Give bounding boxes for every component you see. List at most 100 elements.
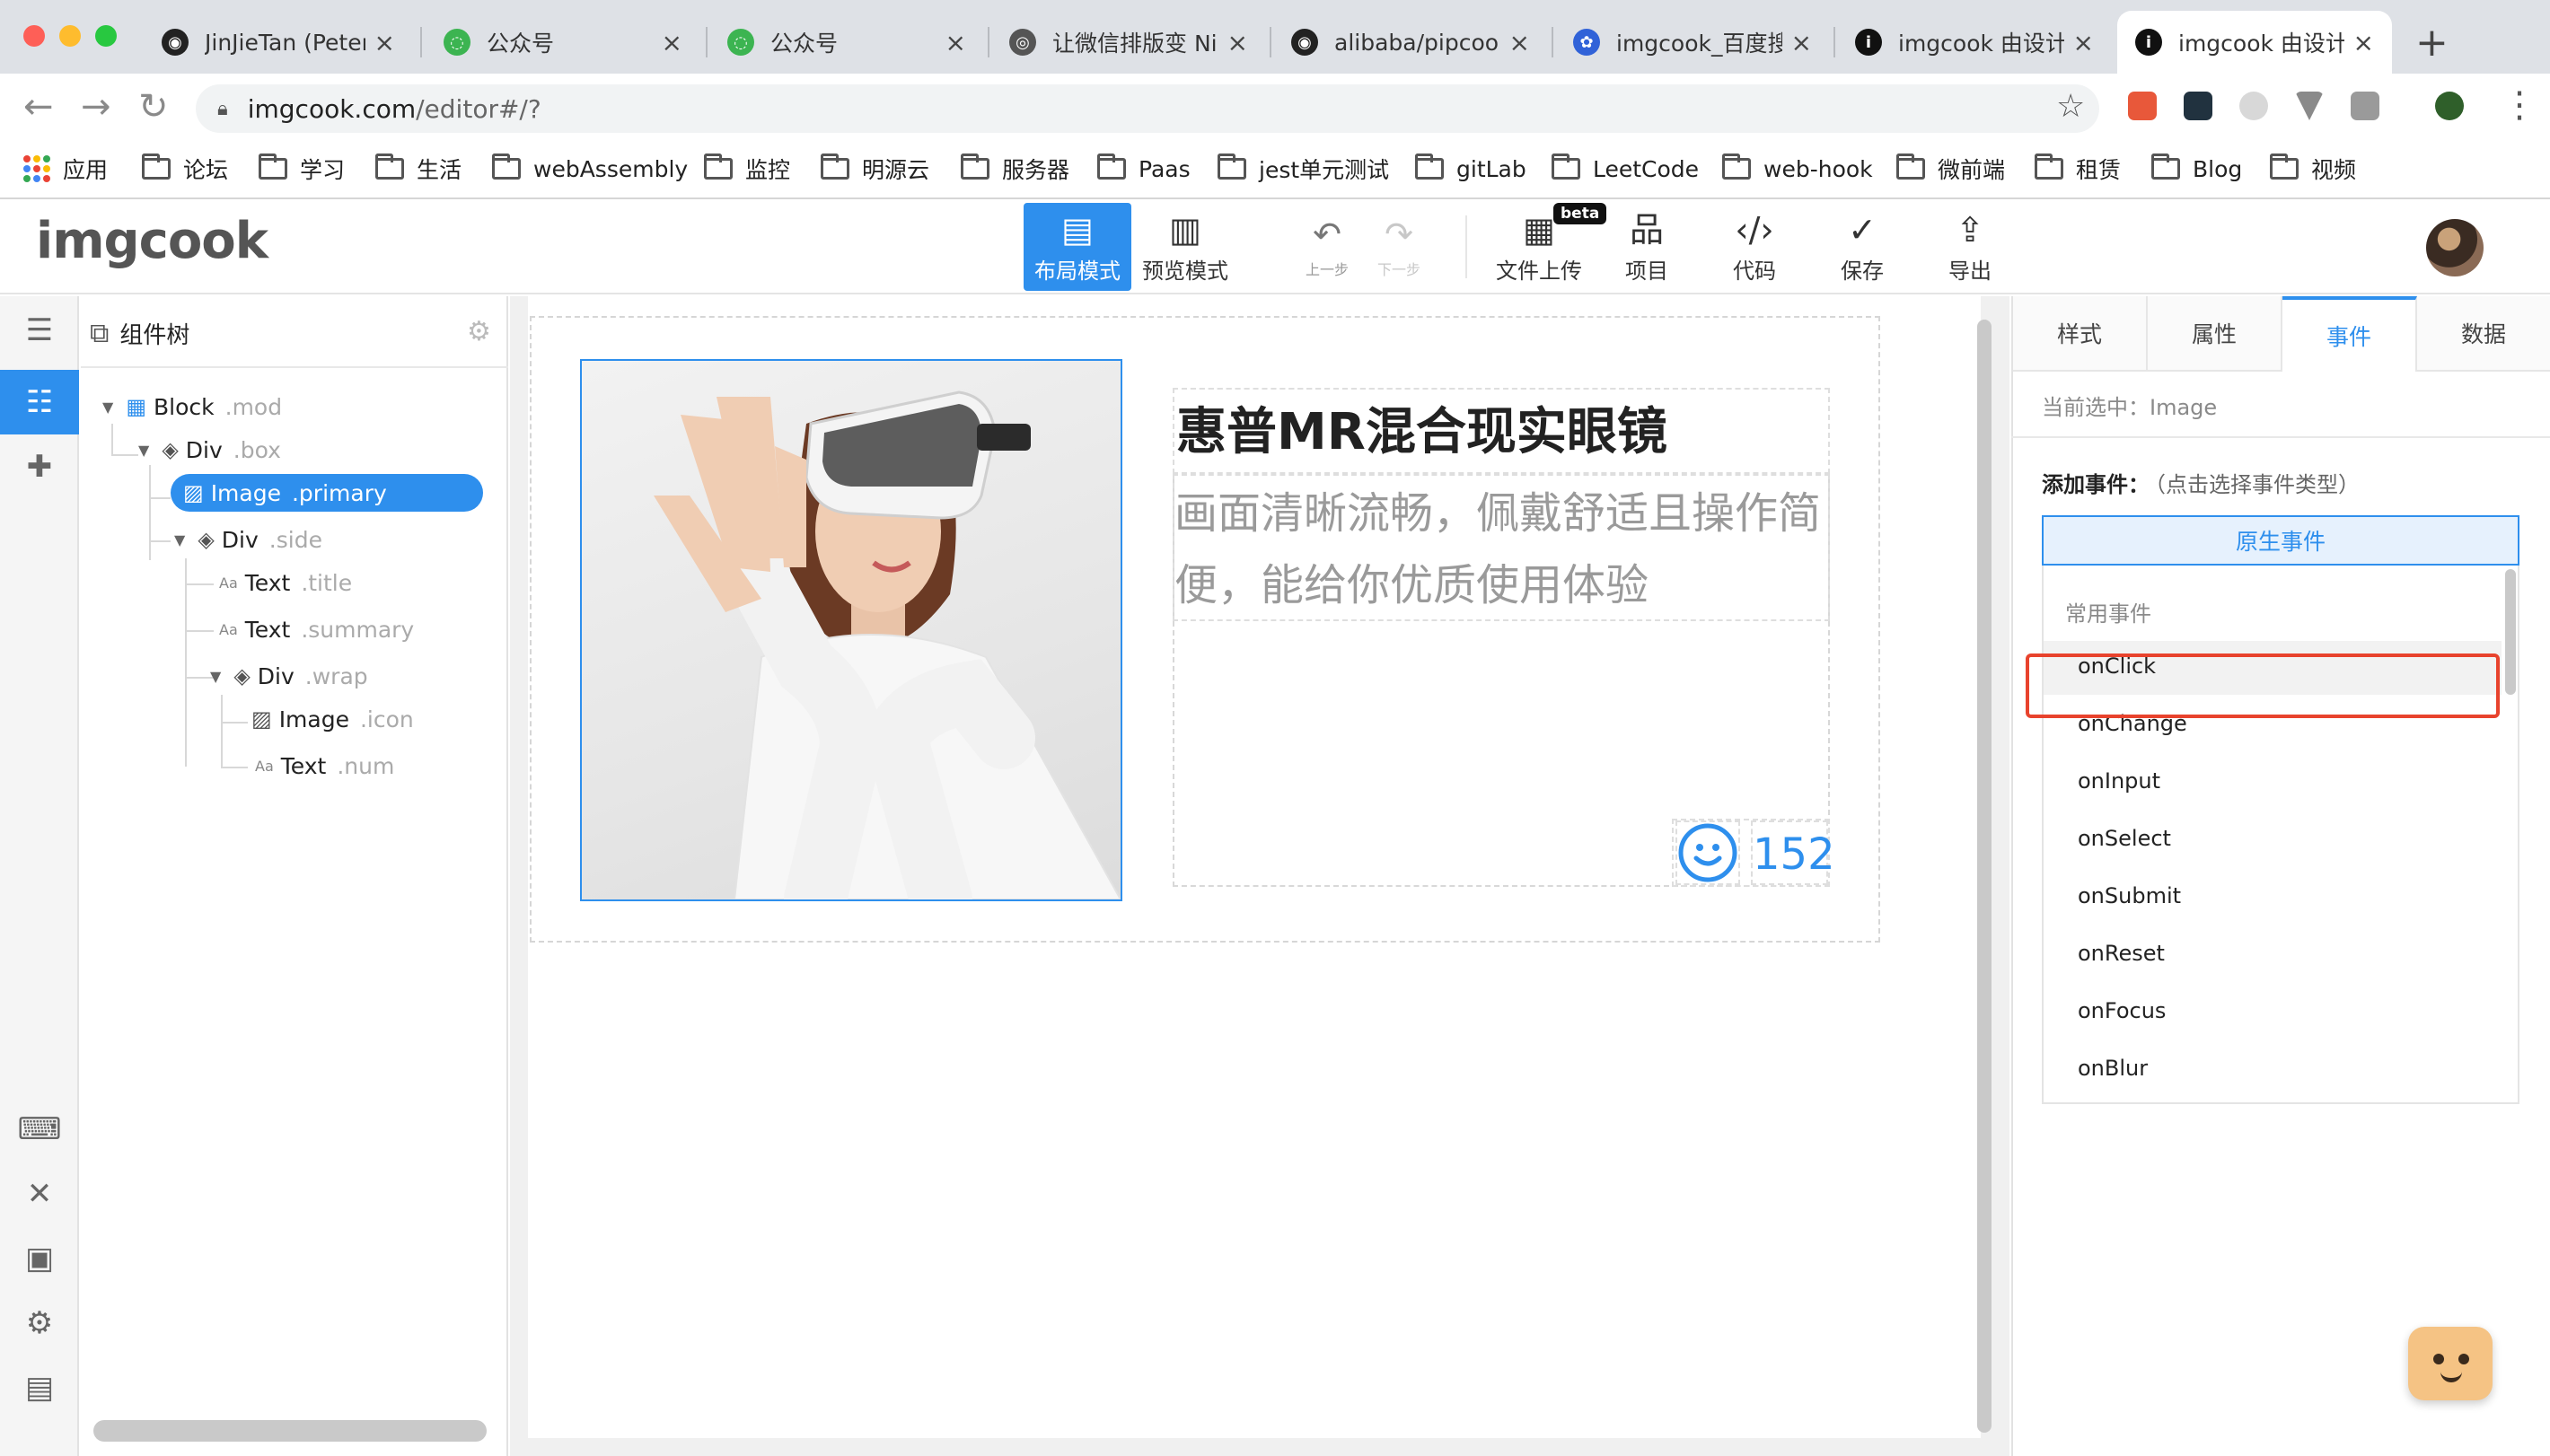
event-option-onfocus[interactable]: onFocus bbox=[2044, 986, 2502, 1039]
preview-mode-button[interactable]: ▥ 预览模式 bbox=[1131, 203, 1239, 291]
bookmark-apps[interactable]: 应用 bbox=[23, 151, 108, 187]
tab-close-icon[interactable]: × bbox=[1791, 28, 1812, 57]
code-panel-icon[interactable]: ⌨ bbox=[0, 1097, 79, 1162]
new-tab-button[interactable]: + bbox=[2415, 20, 2449, 66]
tab-style[interactable]: 样式 bbox=[2013, 296, 2148, 372]
bookmark-star-icon[interactable]: ☆ bbox=[2056, 88, 2085, 125]
reload-icon[interactable]: ↻ bbox=[138, 86, 169, 127]
product-summary[interactable]: 画面清晰流畅，佩戴舒适且操作简便，能给你优质使用体验 bbox=[1173, 474, 1830, 621]
component-tree-icon[interactable]: ☷ bbox=[0, 370, 79, 434]
bookmark-folder[interactable]: 租赁 bbox=[2035, 151, 2121, 187]
bookmark-folder[interactable]: 明源云 bbox=[821, 151, 929, 187]
tree-node-div-wrap[interactable]: ▼ ◈ Div .wrap bbox=[210, 657, 368, 695]
bookmark-folder[interactable]: webAssembly bbox=[492, 151, 688, 187]
bookmark-folder[interactable]: 服务器 bbox=[961, 151, 1069, 187]
caret-down-icon[interactable]: ▼ bbox=[102, 399, 113, 416]
browser-tab[interactable]: ◎ 让微信排版变 Nic × bbox=[991, 11, 1266, 74]
project-button[interactable]: 品 项目 bbox=[1593, 203, 1701, 291]
assistant-robot-icon[interactable] bbox=[2408, 1327, 2493, 1400]
tree-node-text-title[interactable]: Aa Text .title bbox=[219, 564, 352, 601]
window-close-button[interactable] bbox=[23, 25, 45, 47]
window-minimize-button[interactable] bbox=[59, 25, 81, 47]
browser-tab-active[interactable]: i imgcook 由设计和 × bbox=[2117, 11, 2392, 74]
image-panel-icon[interactable]: ▣ bbox=[0, 1226, 79, 1291]
caret-down-icon[interactable]: ▼ bbox=[210, 668, 221, 685]
save-button[interactable]: ✓ 保存 bbox=[1808, 203, 1916, 291]
tab-data[interactable]: 数据 bbox=[2417, 296, 2550, 372]
bookmark-folder[interactable]: Blog bbox=[2151, 151, 2242, 187]
tab-close-icon[interactable]: × bbox=[1509, 28, 1530, 57]
event-option-onselect[interactable]: onSelect bbox=[2044, 813, 2502, 867]
bookmark-folder[interactable]: 视频 bbox=[2270, 151, 2356, 187]
tree-scrollbar[interactable] bbox=[93, 1420, 487, 1442]
shield-icon[interactable] bbox=[2351, 92, 2379, 120]
event-option-onblur[interactable]: onBlur bbox=[2044, 1043, 2502, 1097]
tree-node-text-num[interactable]: Aa Text .num bbox=[255, 747, 394, 785]
caret-down-icon[interactable]: ▼ bbox=[138, 442, 149, 459]
undo-icon: ↶ bbox=[1313, 215, 1341, 254]
tree-node-text-summary[interactable]: Aa Text .summary bbox=[219, 610, 414, 648]
code-button[interactable]: ‹/› 代码 bbox=[1701, 203, 1808, 291]
extension-icon[interactable] bbox=[2239, 92, 2268, 120]
forward-icon[interactable]: → bbox=[81, 86, 111, 127]
event-option-onreset[interactable]: onReset bbox=[2044, 928, 2502, 982]
tab-attributes[interactable]: 属性 bbox=[2148, 296, 2282, 372]
canvas-scrollbar[interactable] bbox=[1977, 320, 1992, 1433]
bookmark-folder[interactable]: 论坛 bbox=[142, 151, 228, 187]
bookmark-folder[interactable]: LeetCode bbox=[1552, 151, 1699, 187]
tab-close-icon[interactable]: × bbox=[1227, 28, 1248, 57]
browser-tab[interactable]: ◌ 公众号 × bbox=[709, 11, 984, 74]
export-button[interactable]: ⇪ 导出 bbox=[1916, 203, 2024, 291]
bookmark-folder[interactable]: 生活 bbox=[375, 151, 462, 187]
native-event-select[interactable]: 原生事件 bbox=[2042, 515, 2519, 566]
menu-icon[interactable]: ⋮ bbox=[2502, 84, 2537, 126]
tab-close-icon[interactable]: × bbox=[945, 28, 966, 57]
event-option-oninput[interactable]: onInput bbox=[2044, 756, 2502, 810]
settings-icon[interactable]: ⚙ bbox=[467, 316, 491, 347]
primary-image[interactable] bbox=[580, 359, 1122, 901]
tab-events[interactable]: 事件 bbox=[2282, 296, 2417, 372]
product-title[interactable]: 惠普MR混合现实眼镜 bbox=[1173, 388, 1830, 474]
puzzle-icon[interactable]: ✚ bbox=[0, 434, 79, 499]
bookmark-folder[interactable]: 监控 bbox=[704, 151, 790, 187]
bookmark-folder[interactable]: Paas bbox=[1097, 151, 1191, 187]
tab-close-icon[interactable]: × bbox=[2073, 28, 2094, 57]
window-maximize-button[interactable] bbox=[95, 25, 117, 47]
extension-icon[interactable] bbox=[2128, 92, 2157, 120]
like-count[interactable]: 152 bbox=[1751, 820, 1835, 885]
bookmark-folder[interactable]: 微前端 bbox=[1896, 151, 2005, 187]
url-field[interactable]: 🔒︎ imgcook.com/editor#/? bbox=[196, 84, 2099, 133]
react-devtools-icon[interactable] bbox=[2184, 92, 2212, 120]
tab-close-icon[interactable]: × bbox=[2353, 28, 2374, 57]
redo-button[interactable]: ↷ 下一步 bbox=[1345, 203, 1453, 291]
browser-tab[interactable]: ◉ alibaba/pipcook × bbox=[1273, 11, 1548, 74]
browser-tab[interactable]: ✿ imgcook_百度搜 × bbox=[1555, 11, 1830, 74]
event-option-onsubmit[interactable]: onSubmit bbox=[2044, 871, 2502, 925]
tab-close-icon[interactable]: × bbox=[662, 28, 682, 57]
event-list-scrollbar[interactable] bbox=[2505, 569, 2516, 695]
tree-node-block[interactable]: ▼ ▦ Block .mod bbox=[102, 388, 282, 425]
browser-tab[interactable]: ◌ 公众号 × bbox=[426, 11, 700, 74]
tree-node-div-box[interactable]: ▼ ◈ Div .box bbox=[138, 431, 281, 469]
docs-icon[interactable]: ▤ bbox=[0, 1355, 79, 1420]
bookmark-folder[interactable]: jest单元测试 bbox=[1218, 151, 1389, 187]
back-icon[interactable]: ← bbox=[23, 86, 54, 127]
tree-node-image-icon[interactable]: ▨ Image .icon bbox=[251, 700, 414, 738]
tab-close-icon[interactable]: × bbox=[374, 28, 395, 57]
tree-node-image-primary[interactable]: ▨ Image .primary bbox=[171, 474, 483, 512]
collapse-menu-icon[interactable]: ☰ bbox=[0, 298, 79, 363]
tools-icon[interactable]: ✕ bbox=[0, 1162, 79, 1226]
smile-icon[interactable] bbox=[1675, 820, 1740, 885]
settings-panel-icon[interactable]: ⚙ bbox=[0, 1291, 79, 1355]
tree-node-div-side[interactable]: ▼ ◈ Div .side bbox=[174, 521, 322, 558]
profile-icon[interactable] bbox=[2435, 92, 2464, 120]
bookmark-folder[interactable]: 学习 bbox=[259, 151, 345, 187]
browser-tab[interactable]: ◉ JinJieTan (Peter) × bbox=[144, 11, 413, 74]
caret-down-icon[interactable]: ▼ bbox=[174, 531, 185, 548]
avatar[interactable] bbox=[2426, 219, 2484, 276]
bookmark-folder[interactable]: web-hook bbox=[1722, 151, 1873, 187]
bookmark-folder[interactable]: gitLab bbox=[1415, 151, 1526, 187]
browser-tab[interactable]: i imgcook 由设计和 × bbox=[1837, 11, 2112, 74]
imgcook-logo[interactable]: imgcook bbox=[36, 212, 268, 270]
layout-mode-button[interactable]: ▤ 布局模式 bbox=[1024, 203, 1131, 291]
